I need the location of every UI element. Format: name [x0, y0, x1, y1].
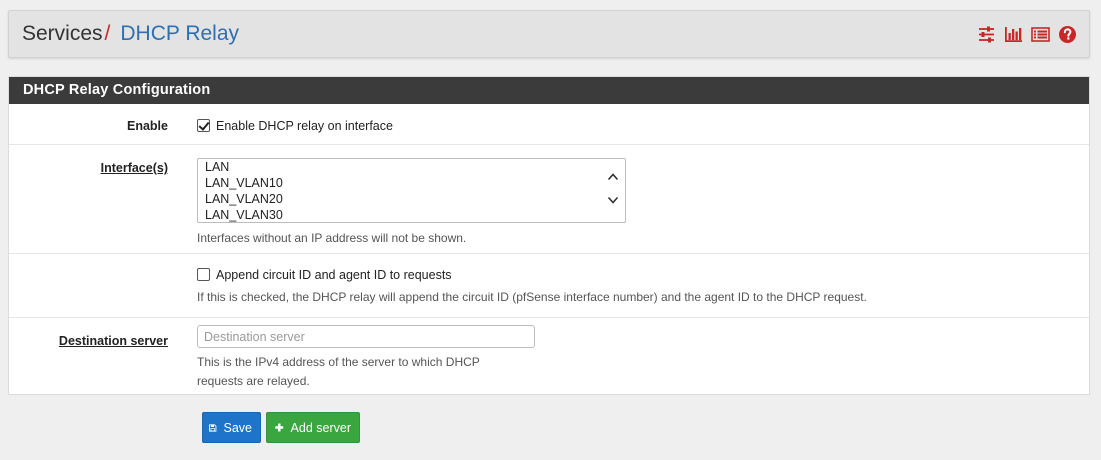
destination-row: Destination server This is the IPv4 addr… — [9, 317, 1089, 394]
append-help: If this is checked, the DHCP relay will … — [197, 290, 867, 304]
append-row: Append circuit ID and agent ID to reques… — [9, 253, 1089, 317]
save-button-label: Save — [223, 420, 253, 435]
panel-title: DHCP Relay Configuration — [9, 77, 1089, 104]
breadcrumb: Services/ DHCP Relay — [22, 22, 239, 46]
list-icon[interactable] — [1031, 25, 1050, 44]
chevron-down-icon[interactable] — [607, 195, 619, 205]
dhcp-relay-panel: DHCP Relay Configuration Enable Enable D… — [8, 76, 1090, 395]
enable-checkbox-label[interactable]: Enable DHCP relay on interface — [216, 119, 393, 133]
enable-label: Enable — [127, 119, 168, 133]
breadcrumb-separator: / — [104, 22, 111, 45]
add-server-button[interactable]: Add server — [266, 412, 360, 443]
append-field: Append circuit ID and agent ID to reques… — [197, 268, 867, 307]
interfaces-help: Interfaces without an IP address will no… — [197, 231, 467, 245]
append-checkbox-label[interactable]: Append circuit ID and agent ID to reques… — [216, 268, 452, 282]
interface-option[interactable]: LAN_VLAN10 — [198, 175, 625, 191]
destination-help-line1: This is the IPv4 address of the server t… — [197, 355, 480, 369]
bar-chart-icon[interactable] — [1004, 25, 1023, 44]
interface-option[interactable]: LAN_VLAN30 — [198, 207, 625, 222]
interface-option[interactable]: LAN — [198, 159, 625, 175]
page-header: Services/ DHCP Relay — [8, 10, 1090, 58]
enable-field: Enable DHCP relay on interface — [197, 119, 393, 133]
add-server-button-label: Add server — [290, 420, 351, 435]
breadcrumb-dhcp-relay[interactable]: DHCP Relay — [120, 22, 239, 45]
plus-icon — [275, 423, 284, 432]
chevron-up-icon[interactable] — [607, 172, 619, 182]
header-icons — [977, 25, 1077, 44]
interfaces-label: Interface(s) — [100, 161, 168, 175]
help-icon[interactable] — [1058, 25, 1077, 44]
interface-option[interactable]: LAN_VLAN20 — [198, 191, 625, 207]
breadcrumb-services[interactable]: Services — [22, 22, 103, 45]
interfaces-field: LAN LAN_VLAN10 LAN_VLAN20 LAN_VLAN30 Int… — [197, 158, 626, 248]
enable-checkbox[interactable] — [197, 119, 210, 132]
interfaces-listbox[interactable]: LAN LAN_VLAN10 LAN_VLAN20 LAN_VLAN30 — [197, 158, 626, 223]
interfaces-row: Interface(s) LAN LAN_VLAN10 LAN_VLAN20 L… — [9, 144, 1089, 253]
save-button[interactable]: Save — [202, 412, 261, 443]
enable-row: Enable Enable DHCP relay on interface — [9, 104, 1089, 144]
append-checkbox[interactable] — [197, 268, 210, 281]
floppy-disk-icon — [209, 423, 217, 432]
destination-server-input[interactable] — [197, 325, 535, 348]
destination-help-line2: requests are relayed. — [197, 374, 310, 388]
settings-sliders-icon[interactable] — [977, 25, 996, 44]
destination-label: Destination server — [58, 334, 168, 348]
destination-field: This is the IPv4 address of the server t… — [197, 325, 535, 391]
